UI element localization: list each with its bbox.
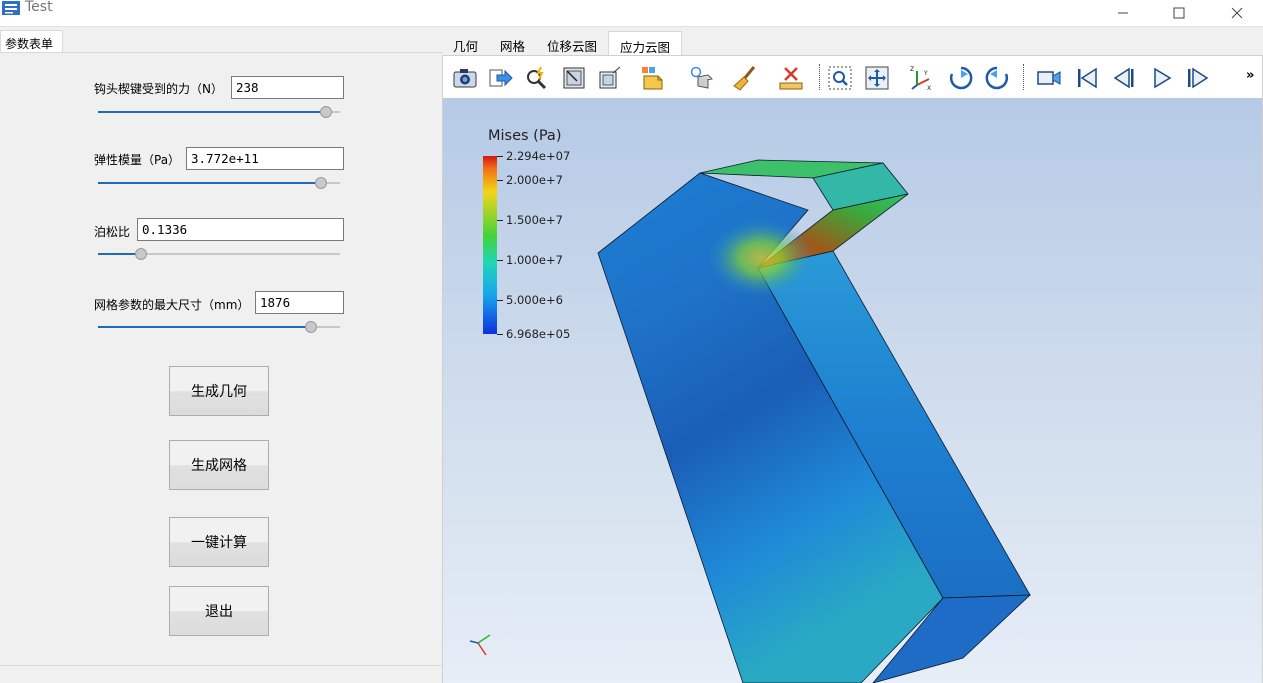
legend-title: Mises (Pa) [488,128,562,144]
prev-frame-icon[interactable] [1110,64,1138,92]
legend-tick [497,156,503,157]
svg-text:X: X [927,85,931,91]
param-panel: 钩头楔键受到的力（N） 238 弹性模量（Pa） 3.772e+11 泊松比 0… [0,52,442,683]
app-icon [2,1,20,15]
svg-text:Y: Y [923,70,928,77]
exit-button[interactable]: 退出 [169,586,269,636]
force-input[interactable]: 238 [231,76,344,99]
generate-mesh-button[interactable]: 生成网格 [169,440,269,490]
slider-handle[interactable] [315,177,328,189]
legend-tick [497,260,503,261]
export-icon[interactable] [487,64,515,92]
title-bar: Test [0,0,1263,27]
mesh-size-input[interactable]: 1876 [255,291,344,314]
wireframe-box-icon[interactable] [596,64,624,92]
poisson-label: 泊松比 [94,225,131,239]
video-camera-icon[interactable] [1035,64,1063,92]
legend-tick-label: 2.000e+7 [506,173,563,187]
legend-tick-label: 1.000e+7 [506,253,563,267]
tab-geometry[interactable]: 几何 [442,31,489,55]
panel-divider [0,665,442,666]
modulus-input[interactable]: 3.772e+11 [186,147,344,170]
minimize-button[interactable] [1100,0,1146,26]
maximize-button[interactable] [1156,0,1202,26]
camera-icon[interactable] [451,64,479,92]
minimize-icon [1118,12,1128,14]
surface-box-icon[interactable] [639,64,667,92]
stress-model [469,159,1032,683]
pick-icon[interactable] [523,64,551,92]
legend-tick-label: 2.294e+07 [506,149,571,163]
vtk-viewer: Z Y X » Mises (Pa) 2.294e+07 2.000e+7 1.50… [442,55,1263,683]
view-tabs: 几何 网格 位移云图 应力云图 [442,31,683,55]
slider-handle[interactable] [319,106,332,118]
legend-tick [497,180,503,181]
modulus-label: 弹性模量（Pa） [94,153,181,167]
close-button[interactable] [1214,0,1260,26]
ruler-icon[interactable] [777,64,805,92]
modulus-slider[interactable] [98,177,340,189]
legend-tick-label: 5.000e+6 [506,293,563,307]
generate-geometry-button[interactable]: 生成几何 [169,366,269,416]
legend-tick [497,300,503,301]
first-frame-icon[interactable] [1073,64,1101,92]
slider-handle[interactable] [305,321,317,333]
tab-mesh[interactable]: 网格 [489,31,536,55]
poisson-slider[interactable] [98,248,340,260]
force-label: 钩头楔键受到的力（N） [94,82,223,96]
slider-handle[interactable] [134,248,147,260]
tab-stress[interactable]: 应力云图 [608,31,683,55]
zoom-box-icon[interactable] [560,64,588,92]
color-scale-bar [483,156,497,334]
toolbar-separator [1023,64,1024,90]
toolbar-separator [819,64,820,90]
legend-tick [497,334,503,335]
mesh-size-label: 网格参数的最大尺寸（mm） [94,298,250,312]
zoom-region-icon[interactable] [826,64,854,92]
force-slider[interactable] [98,106,340,118]
next-frame-icon[interactable] [1184,64,1212,92]
maximize-icon [1173,7,1185,19]
rotate-ccw-icon[interactable] [983,64,1011,92]
render-view[interactable]: Mises (Pa) 2.294e+07 2.000e+7 1.500e+7 1… [443,98,1262,683]
compute-button[interactable]: 一键计算 [169,517,269,567]
play-icon[interactable] [1148,64,1176,92]
poisson-input[interactable]: 0.1336 [137,218,344,241]
tab-displacement[interactable]: 位移云图 [536,31,608,55]
legend-tick-label: 1.500e+7 [506,213,563,227]
viewer-toolbar: Z Y X » [443,56,1262,98]
tab-param-form[interactable]: 参数表单 [0,30,63,52]
legend-tick-label: 6.968e+05 [506,327,571,341]
rotate-cw-icon[interactable] [947,64,975,92]
close-icon [1231,7,1243,19]
legend-tick [497,220,503,221]
more-tools-button[interactable]: » [1246,68,1254,83]
mesh-size-slider[interactable] [98,321,340,333]
fit-view-icon[interactable] [863,64,891,92]
light-icon[interactable] [687,64,715,92]
axes-icon[interactable]: Z Y X [908,64,936,92]
window-title: Test [25,0,53,15]
clean-icon[interactable] [731,64,759,92]
svg-text:Z: Z [910,66,914,73]
